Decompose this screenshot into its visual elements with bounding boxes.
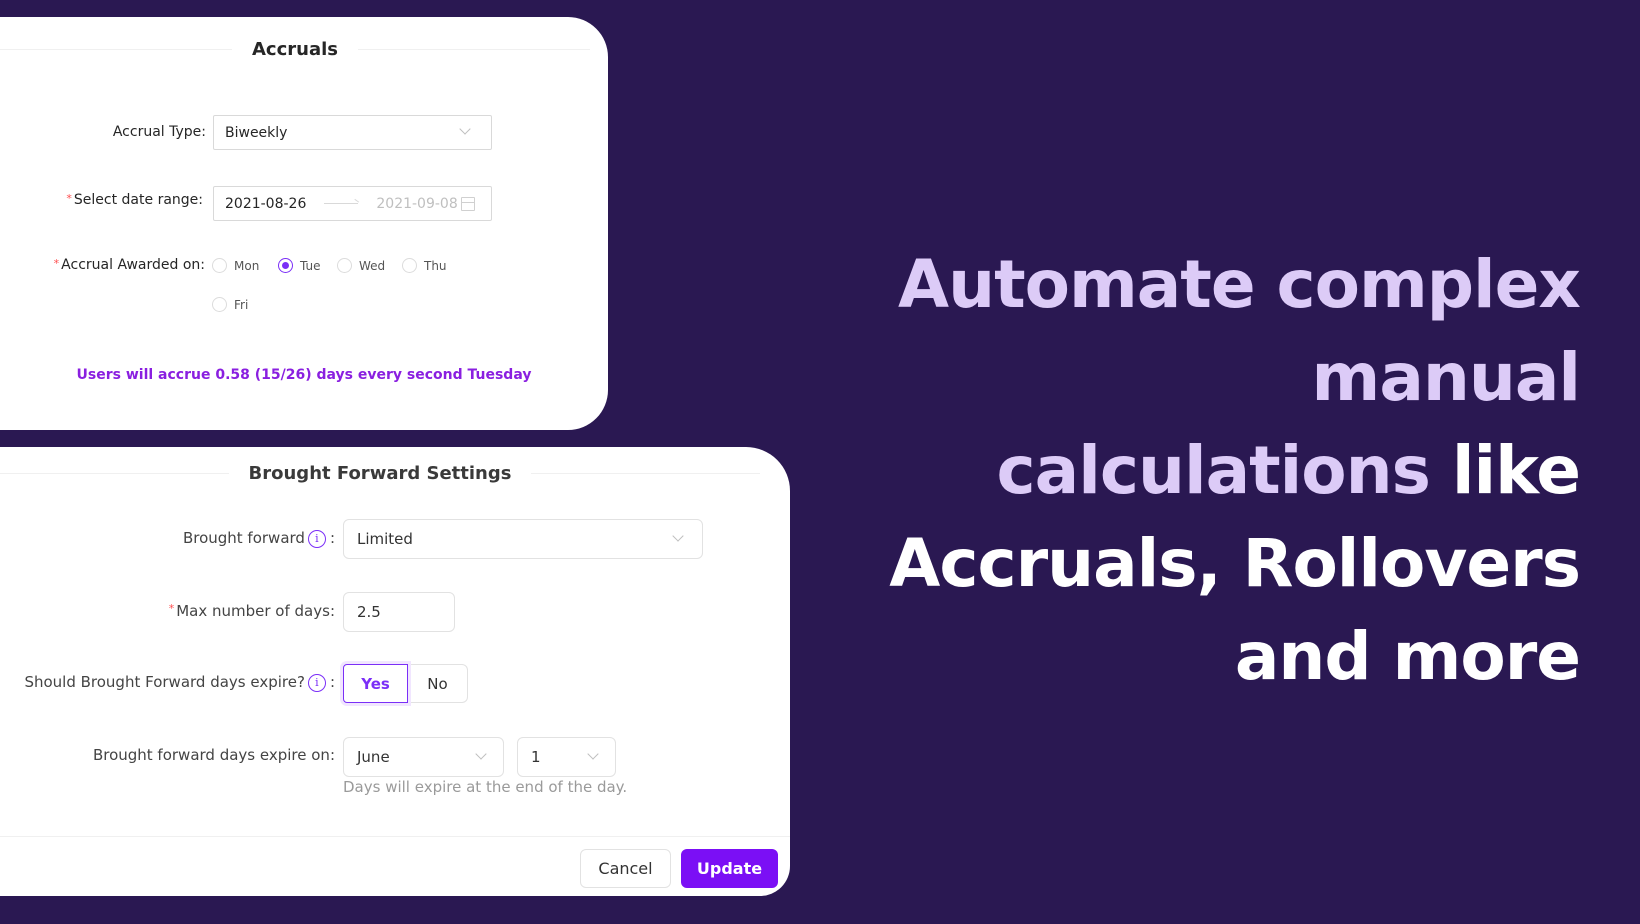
radio-thu[interactable]: Thu (402, 258, 447, 273)
radio-label: Thu (424, 258, 447, 273)
chevron-down-icon (672, 530, 684, 542)
chevron-down-icon (459, 123, 471, 135)
expire-month-select[interactable]: June (343, 737, 504, 777)
headline-white-text: Accruals, Rollovers (889, 525, 1581, 602)
headline-line-2: manual (820, 331, 1581, 424)
expire-day-select[interactable]: 1 (517, 737, 616, 777)
awarded-on-label-text: Accrual Awarded on: (61, 257, 205, 273)
radio-label: Mon (234, 258, 260, 273)
radio-tue[interactable]: Tue (278, 258, 321, 273)
expire-on-label: Brought forward days expire on: (93, 746, 335, 764)
headline: Automate complex manual calculations lik… (820, 238, 1581, 703)
divider (358, 49, 590, 50)
expire-no-button[interactable]: No (408, 664, 468, 703)
date-range-picker[interactable]: 2021-08-26 2021-09-08 (213, 186, 492, 221)
accrual-type-select[interactable]: Biweekly (213, 115, 492, 150)
calendar-icon[interactable] (461, 197, 475, 211)
headline-white-text: and more (1234, 618, 1581, 695)
colon: : (329, 673, 335, 691)
accruals-title-row: Accruals (0, 39, 590, 60)
cancel-button[interactable]: Cancel (580, 849, 671, 888)
date-range-end[interactable]: 2021-09-08 (376, 196, 457, 212)
should-expire-label-text: Should Brought Forward days expire? (24, 673, 305, 691)
chevron-down-icon (475, 748, 487, 760)
expire-day-value: 1 (531, 748, 541, 766)
brought-forward-card: Brought Forward Settings Brought forward… (0, 447, 790, 896)
max-days-label: * Max number of days: (169, 602, 335, 620)
radio-fri[interactable]: Fri (212, 297, 248, 312)
date-range-label-text: Select date range: (73, 192, 203, 208)
brought-forward-title: Brought Forward Settings (248, 463, 512, 484)
headline-line-4: Accruals, Rollovers (820, 517, 1581, 610)
required-asterisk: * (66, 192, 72, 205)
brought-forward-title-row: Brought Forward Settings (0, 463, 760, 484)
colon: : (329, 746, 335, 764)
expire-helper-text: Days will expire at the end of the day. (343, 778, 628, 796)
headline-line-5: and more (820, 610, 1581, 703)
info-icon[interactable]: i (307, 529, 326, 548)
radio-label: Tue (300, 258, 321, 273)
radio-label: Wed (359, 258, 386, 273)
radio-mon[interactable]: Mon (212, 258, 259, 273)
awarded-on-label: * Accrual Awarded on: (54, 257, 205, 273)
headline-highlight-text: Automate complex (898, 246, 1581, 323)
radio-circle[interactable] (212, 297, 227, 312)
expire-on-label-text: Brought forward days expire on (92, 746, 330, 764)
expire-yes-button[interactable]: Yes (343, 664, 408, 703)
divider (0, 473, 229, 474)
expire-month-value: June (357, 748, 390, 766)
required-asterisk: * (168, 602, 175, 615)
headline-line-3: calculations like (820, 424, 1581, 517)
info-icon[interactable]: i (307, 673, 326, 692)
radio-circle[interactable] (212, 258, 227, 273)
divider (531, 473, 760, 474)
chevron-down-icon (587, 748, 599, 760)
headline-line-1: Automate complex (820, 238, 1581, 331)
radio-label: Fri (234, 297, 249, 312)
footer-divider (0, 836, 790, 837)
divider (0, 49, 232, 50)
accruals-title: Accruals (252, 39, 338, 60)
required-asterisk: * (53, 257, 60, 270)
headline-white-text: like (1429, 432, 1581, 509)
max-days-value: 2.5 (357, 603, 381, 621)
brought-forward-select[interactable]: Limited (343, 519, 703, 559)
accrual-type-value: Biweekly (225, 124, 288, 141)
brought-forward-label-text: Brought forward (182, 529, 305, 547)
accrual-type-label: Accrual Type: (112, 124, 206, 140)
colon: : (329, 529, 335, 547)
date-range-start[interactable]: 2021-08-26 (225, 196, 306, 212)
colon: : (329, 602, 335, 620)
max-days-input[interactable]: 2.5 (343, 592, 455, 632)
radio-circle[interactable] (337, 258, 352, 273)
headline-highlight-text: calculations (996, 432, 1431, 509)
date-range-label: * Select date range: (66, 192, 203, 208)
radio-circle-checked[interactable] (278, 258, 293, 273)
should-expire-label: Should Brought Forward days expire? i: (24, 673, 335, 692)
radio-wed[interactable]: Wed (337, 258, 385, 273)
brought-forward-value: Limited (357, 530, 413, 548)
update-button[interactable]: Update (681, 849, 778, 888)
accrual-summary-message: Users will accrue 0.58 (15/26) days ever… (76, 367, 532, 383)
max-days-label-text: Max number of days (176, 602, 330, 620)
accruals-card: Accruals Accrual Type: Biweekly * Select … (0, 17, 608, 430)
brought-forward-label: Brought forward i: (183, 529, 335, 548)
headline-highlight-text: manual (1311, 339, 1581, 416)
should-expire-toggle: Yes No (343, 664, 468, 703)
radio-circle[interactable] (402, 258, 417, 273)
arrow-right-icon (324, 203, 359, 204)
